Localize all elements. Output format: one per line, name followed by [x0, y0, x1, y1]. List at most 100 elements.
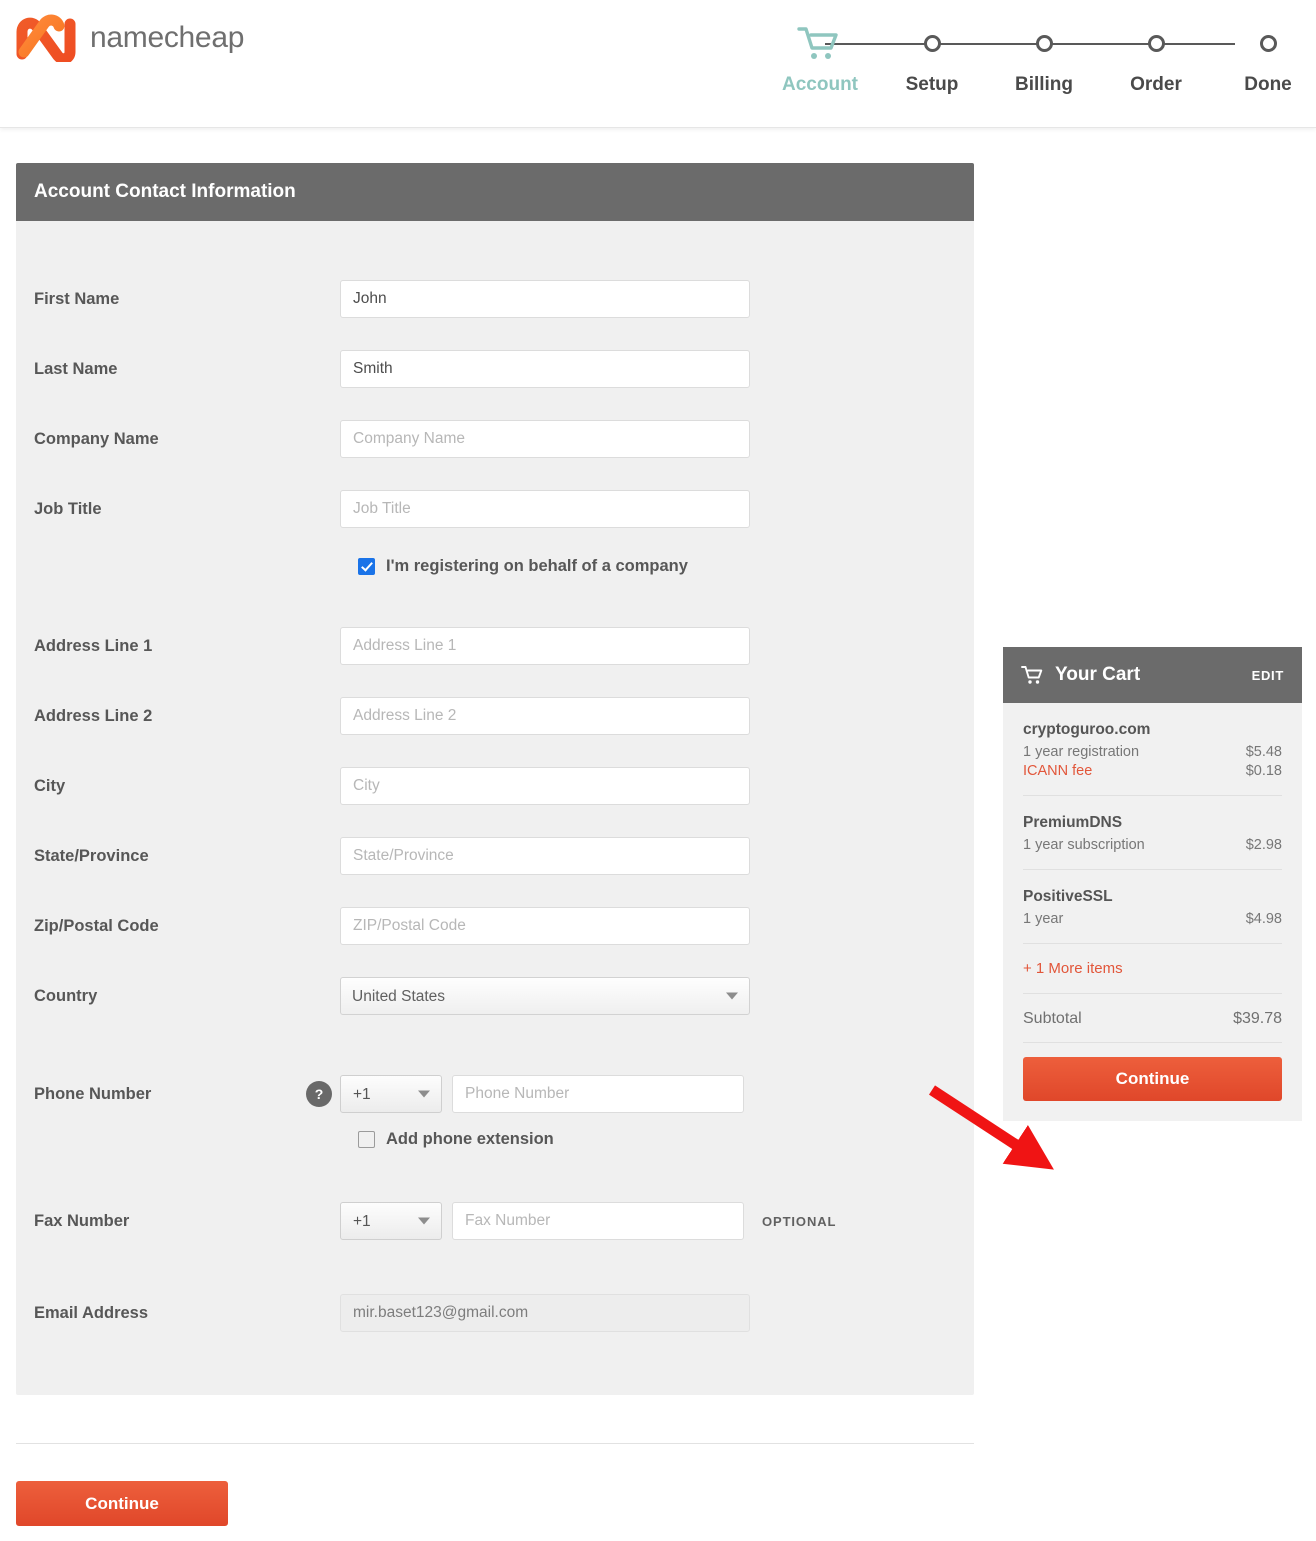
cart-line-description: 1 year subscription: [1023, 837, 1145, 853]
cart-body: cryptoguroo.com 1 year registration $5.4…: [1003, 703, 1302, 1121]
cart-icon: [797, 27, 838, 59]
field-row-phone: Phone Number ? +1: [16, 1072, 974, 1116]
phone-extension-checkbox-row[interactable]: Add phone extension: [16, 1130, 974, 1149]
address1-control: [340, 627, 974, 665]
cart-line-description: 1 year: [1023, 911, 1064, 927]
zip-control: [340, 907, 974, 945]
company-behalf-label: I'm registering on behalf of a company: [386, 557, 688, 575]
phone-country-code-select[interactable]: +1: [340, 1075, 442, 1113]
step-done-label: Done: [1244, 74, 1292, 95]
company-name-input[interactable]: [340, 420, 750, 458]
step-billing-node: [994, 12, 1094, 74]
email-control: [340, 1294, 974, 1332]
cart-item-line: 1 year subscription $2.98: [1023, 837, 1282, 853]
field-row-address1: Address Line 1: [16, 624, 974, 668]
cart-continue-button[interactable]: Continue: [1023, 1057, 1282, 1101]
last-name-input[interactable]: [340, 350, 750, 388]
email-address-input[interactable]: [340, 1294, 750, 1332]
step-setup[interactable]: Setup: [882, 12, 982, 96]
fax-country-code-select[interactable]: +1: [340, 1202, 442, 1240]
step-setup-node: [882, 12, 982, 74]
address2-input[interactable]: [340, 697, 750, 735]
phone-extension-label: Add phone extension: [386, 1130, 554, 1148]
cart-item-line: 1 year registration $5.48: [1023, 744, 1282, 760]
step-account[interactable]: Account: [770, 12, 870, 96]
cart-line-description: 1 year registration: [1023, 744, 1140, 760]
field-row-email: Email Address: [16, 1291, 974, 1335]
city-label: City: [34, 776, 66, 795]
address2-label: Address Line 2: [34, 706, 153, 725]
checkout-stepper: Account Setup Billing Order Done: [770, 12, 1300, 102]
step-account-label: Account: [782, 74, 858, 95]
panel-body: First Name Last Name Company Name Job Ti…: [16, 221, 974, 1395]
phone-number-input[interactable]: [452, 1075, 744, 1113]
address2-control: [340, 697, 974, 735]
cart-item: PositiveSSL 1 year $4.98: [1023, 869, 1282, 943]
company-name-label: Company Name: [34, 429, 159, 448]
first-name-input[interactable]: [340, 280, 750, 318]
cart-item-name: cryptoguroo.com: [1023, 721, 1151, 738]
address1-input[interactable]: [340, 627, 750, 665]
step-billing[interactable]: Billing: [994, 12, 1094, 96]
field-row-job-title: Job Title: [16, 487, 974, 531]
field-row-city: City: [16, 764, 974, 808]
step-order-label: Order: [1130, 74, 1182, 95]
step-account-node: [770, 12, 870, 74]
phone-code-select-wrap: +1: [340, 1075, 442, 1113]
fax-code-select-wrap: +1: [340, 1202, 442, 1240]
cart-line-amount: $4.98: [1245, 911, 1282, 927]
cart-line-description: ICANN fee: [1023, 763, 1093, 779]
cart-continue-wrap: Continue: [1023, 1042, 1282, 1121]
phone-label: Phone Number: [34, 1084, 152, 1103]
job-title-label: Job Title: [34, 499, 102, 518]
step-billing-label: Billing: [1014, 74, 1074, 95]
fax-label: Fax Number: [34, 1211, 130, 1230]
city-control: [340, 767, 974, 805]
cart-edit-button[interactable]: EDIT: [1252, 668, 1284, 683]
zip-label: Zip/Postal Code: [34, 916, 159, 935]
cart-item-name: PositiveSSL: [1023, 888, 1113, 905]
cart-panel: Your Cart EDIT cryptoguroo.com 1 year re…: [1003, 647, 1302, 1121]
account-contact-form-panel: Account Contact Information First Name L…: [16, 163, 974, 1395]
phone-control: +1: [340, 1075, 974, 1113]
job-title-control: [340, 490, 974, 528]
cart-icon: [1021, 666, 1043, 684]
cart-line-amount: $0.18: [1245, 763, 1282, 779]
state-input[interactable]: [340, 837, 750, 875]
zip-input[interactable]: [340, 907, 750, 945]
cart-item-name: PremiumDNS: [1023, 814, 1123, 831]
fax-number-input[interactable]: [452, 1202, 744, 1240]
form-continue-button[interactable]: Continue: [16, 1481, 228, 1526]
email-label: Email Address: [34, 1303, 149, 1322]
company-name-control: [340, 420, 974, 458]
step-done[interactable]: Done: [1218, 12, 1316, 96]
field-row-state: State/Province: [16, 834, 974, 878]
namecheap-logo[interactable]: namecheap: [16, 14, 244, 62]
last-name-control: [340, 350, 974, 388]
field-row-fax: Fax Number +1 OPTIONAL: [16, 1199, 974, 1243]
phone-extension-checkbox[interactable]: [358, 1131, 375, 1148]
cart-subtotal-amount: $39.78: [1233, 1010, 1282, 1027]
step-order[interactable]: Order: [1106, 12, 1206, 96]
phone-help-icon[interactable]: ?: [306, 1081, 332, 1107]
step-setup-label: Setup: [905, 74, 959, 95]
field-row-address2: Address Line 2: [16, 694, 974, 738]
cart-line-amount: $5.48: [1245, 744, 1282, 760]
company-behalf-checkbox[interactable]: [358, 558, 375, 575]
city-input[interactable]: [340, 767, 750, 805]
form-bottom-divider: [16, 1443, 974, 1444]
field-row-last-name: Last Name: [16, 347, 974, 391]
company-behalf-checkbox-row[interactable]: I'm registering on behalf of a company: [16, 557, 974, 576]
cart-item: PremiumDNS 1 year subscription $2.98: [1023, 795, 1282, 869]
cart-more-items-link[interactable]: + 1 More items: [1023, 943, 1282, 993]
cart-item-line: 1 year $4.98: [1023, 911, 1282, 927]
circle-node-icon: [1259, 34, 1277, 52]
job-title-input[interactable]: [340, 490, 750, 528]
country-select[interactable]: United States: [340, 977, 750, 1015]
namecheap-logo-icon: [16, 14, 76, 62]
fax-control: +1 OPTIONAL: [340, 1202, 974, 1240]
cart-header: Your Cart EDIT: [1003, 647, 1302, 703]
cart-line-amount: $2.98: [1245, 837, 1282, 853]
fax-optional-tag: OPTIONAL: [762, 1213, 837, 1229]
field-row-first-name: First Name: [16, 277, 974, 321]
